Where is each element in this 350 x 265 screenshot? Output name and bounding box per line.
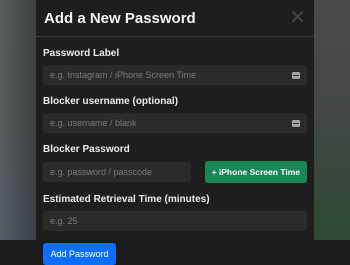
modal-body: Password Label e.g. Instagram / iPhone S… — [36, 48, 314, 265]
blocker-password-row: e.g. password / passcode + iPhone Screen… — [43, 155, 307, 183]
blocker-password-label: Blocker Password — [43, 144, 130, 155]
blocker-username-input[interactable]: e.g. username / blank — [43, 113, 307, 133]
retrieval-time-input[interactable]: e.g. 25 — [43, 211, 307, 231]
retrieval-time-placeholder: e.g. 25 — [50, 216, 78, 226]
password-label-label: Password Label — [43, 48, 120, 59]
blocker-password-input[interactable]: e.g. password / passcode — [43, 162, 191, 182]
retrieval-time-label: Estimated Retrieval Time (minutes) — [43, 194, 210, 205]
blocker-password-placeholder: e.g. password / passcode — [50, 167, 153, 177]
backdrop-right — [314, 0, 350, 240]
iphone-screen-time-button[interactable]: + iPhone Screen Time — [204, 161, 307, 183]
key-icon[interactable] — [292, 71, 300, 79]
password-label-input[interactable]: e.g. Instagram / iPhone Screen Time — [43, 65, 307, 85]
modal-header: Add a New Password ✕ — [36, 0, 314, 37]
key-icon[interactable] — [292, 119, 300, 127]
modal-title: Add a New Password — [44, 9, 196, 27]
password-label-placeholder: e.g. Instagram / iPhone Screen Time — [50, 70, 197, 80]
blocker-username-label: Blocker username (optional) — [43, 96, 179, 107]
blocker-username-placeholder: e.g. username / blank — [50, 118, 137, 128]
close-icon[interactable]: ✕ — [289, 8, 306, 28]
add-password-modal: Add a New Password ✕ Password Label e.g.… — [36, 0, 314, 265]
add-password-button[interactable]: Add Password — [43, 243, 116, 265]
